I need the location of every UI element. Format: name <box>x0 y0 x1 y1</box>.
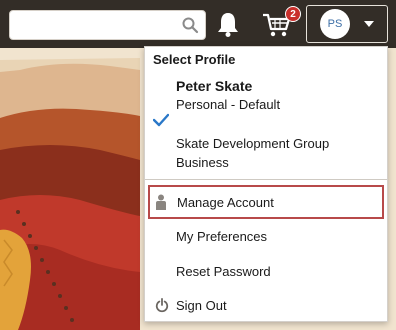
profile-type-personal[interactable]: Personal - Default <box>176 97 280 112</box>
search-box[interactable] <box>9 10 206 40</box>
profile-dropdown: Select Profile Peter Skate Personal - De… <box>144 46 388 322</box>
profile-type-business[interactable]: Business <box>176 155 229 170</box>
sign-out-item[interactable]: Sign Out <box>148 289 384 323</box>
checkmark-icon <box>153 113 169 127</box>
power-icon <box>155 298 169 313</box>
profile-menu-button[interactable]: PS <box>306 5 388 43</box>
cart-count-badge: 2 <box>285 6 301 22</box>
bell-icon[interactable] <box>215 10 241 38</box>
dropdown-title: Select Profile <box>153 52 236 67</box>
manage-account-item[interactable]: Manage Account <box>148 185 384 219</box>
my-preferences-item[interactable]: My Preferences <box>148 220 384 254</box>
top-navigation-bar: 2 PS <box>0 0 396 48</box>
reset-password-item[interactable]: Reset Password <box>148 255 384 289</box>
person-icon <box>156 194 166 210</box>
my-preferences-label: My Preferences <box>176 229 268 244</box>
profile-name-business[interactable]: Skate Development Group <box>176 136 329 151</box>
menu-divider <box>145 179 387 180</box>
manage-account-label: Manage Account <box>177 195 274 210</box>
chevron-down-icon <box>364 21 374 27</box>
search-icon[interactable] <box>181 16 199 34</box>
avatar: PS <box>320 9 350 39</box>
search-input[interactable] <box>16 16 176 34</box>
profile-name-personal[interactable]: Peter Skate <box>176 78 252 94</box>
sign-out-label: Sign Out <box>176 298 227 313</box>
reset-password-label: Reset Password <box>176 264 271 279</box>
